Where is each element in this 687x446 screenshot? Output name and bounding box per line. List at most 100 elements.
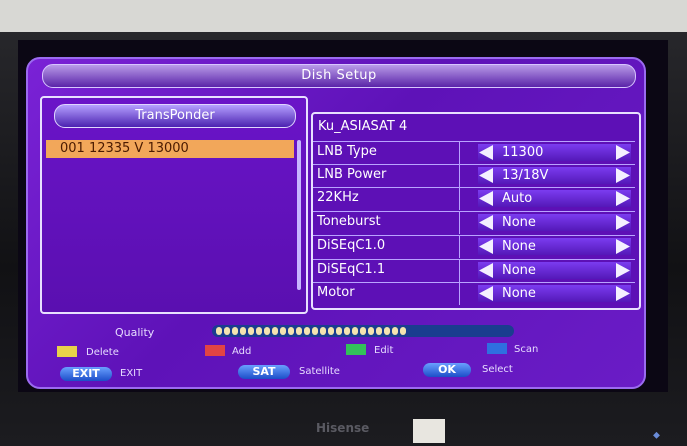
quality-dot: [384, 327, 390, 335]
right-arrow-icon[interactable]: [616, 263, 630, 278]
left-arrow-icon[interactable]: [479, 215, 493, 230]
quality-dot: [312, 327, 318, 335]
red-key-icon: [205, 345, 225, 356]
divider: [459, 142, 460, 164]
right-arrow-icon[interactable]: [616, 239, 630, 254]
ok-button[interactable]: OK: [423, 363, 471, 377]
exit-button-label: EXIT: [120, 368, 143, 379]
quality-dot: [280, 327, 286, 335]
ok-button-label: Select: [482, 364, 513, 375]
right-arrow-icon[interactable]: [616, 215, 630, 230]
tv-brand-logo: Hisense: [316, 421, 370, 435]
menu-title: Dish Setup: [42, 64, 636, 88]
divider: [459, 283, 460, 305]
quality-dot: [216, 327, 222, 335]
left-arrow-icon[interactable]: [479, 191, 493, 206]
quality-dot: [304, 327, 310, 335]
divider: [459, 212, 460, 234]
power-indicator-icon: ⬥: [653, 430, 660, 441]
quality-dot: [328, 327, 334, 335]
green-key-icon: [346, 344, 366, 355]
value-selector[interactable]: 13/18V: [478, 167, 631, 184]
setting-label: LNB Power: [317, 167, 387, 182]
value-selector[interactable]: None: [478, 285, 631, 302]
quality-dot: [240, 327, 246, 335]
setting-value: None: [502, 215, 536, 230]
scan-key-label: Scan: [514, 344, 539, 355]
quality-dot: [272, 327, 278, 335]
right-arrow-icon[interactable]: [616, 191, 630, 206]
divider: [459, 236, 460, 258]
transponder-panel: [40, 96, 308, 314]
quality-dot: [352, 327, 358, 335]
quality-dot: [360, 327, 366, 335]
quality-meter: [212, 325, 514, 337]
quality-dot: [320, 327, 326, 335]
left-arrow-icon[interactable]: [479, 145, 493, 160]
transponder-list-item[interactable]: 001 12335 V 13000: [46, 140, 294, 158]
quality-dot: [224, 327, 230, 335]
quality-dot: [392, 327, 398, 335]
value-selector[interactable]: Auto: [478, 190, 631, 207]
left-arrow-icon[interactable]: [479, 286, 493, 301]
setting-row-diseqc-1-1[interactable]: DiSEqC1.1 None: [313, 259, 635, 282]
add-key-label: Add: [232, 346, 252, 357]
setting-label: DiSEqC1.0: [317, 238, 386, 253]
sat-button-label: Satellite: [299, 366, 340, 377]
left-arrow-icon[interactable]: [479, 239, 493, 254]
setting-value: None: [502, 239, 536, 254]
setting-value: 11300: [502, 145, 544, 160]
value-selector[interactable]: None: [478, 262, 631, 279]
setting-row-diseqc-1-0[interactable]: DiSEqC1.0 None: [313, 235, 635, 258]
setting-row-motor[interactable]: Motor None: [313, 282, 635, 305]
quality-dot: [400, 327, 406, 335]
satellite-name: Ku_ASIASAT 4: [318, 119, 408, 134]
setting-row-lnb-power[interactable]: LNB Power 13/18V: [313, 164, 635, 187]
setting-value: 13/18V: [502, 168, 549, 183]
divider: [459, 188, 460, 210]
setting-row-22khz[interactable]: 22KHz Auto: [313, 187, 635, 210]
left-arrow-icon[interactable]: [479, 263, 493, 278]
yellow-key-icon: [57, 346, 77, 357]
right-arrow-icon[interactable]: [616, 286, 630, 301]
setting-label: LNB Type: [317, 144, 377, 159]
right-arrow-icon[interactable]: [616, 145, 630, 160]
quality-dot: [232, 327, 238, 335]
value-selector[interactable]: None: [478, 238, 631, 255]
edit-key-label: Edit: [374, 345, 394, 356]
transponder-header: TransPonder: [54, 104, 296, 128]
setting-row-toneburst[interactable]: Toneburst None: [313, 211, 635, 234]
sat-button[interactable]: SAT: [238, 365, 290, 379]
setting-value: None: [502, 286, 536, 301]
quality-dot: [288, 327, 294, 335]
quality-meter-fill: [216, 327, 406, 335]
quality-dot: [264, 327, 270, 335]
left-arrow-icon[interactable]: [479, 168, 493, 183]
value-selector[interactable]: 11300: [478, 144, 631, 161]
quality-dot: [376, 327, 382, 335]
setting-value: None: [502, 263, 536, 278]
blue-key-icon: [487, 343, 507, 354]
quality-label: Quality: [115, 326, 155, 339]
quality-dot: [344, 327, 350, 335]
setting-row-lnb-type[interactable]: LNB Type 11300: [313, 141, 635, 164]
setting-value: Auto: [502, 191, 533, 206]
quality-dot: [368, 327, 374, 335]
value-selector[interactable]: None: [478, 214, 631, 231]
quality-dot: [296, 327, 302, 335]
scrollbar[interactable]: [297, 140, 301, 290]
quality-dot: [256, 327, 262, 335]
setting-label: DiSEqC1.1: [317, 262, 386, 277]
delete-key-label: Delete: [86, 347, 119, 358]
exit-button[interactable]: EXIT: [60, 367, 112, 381]
divider: [459, 260, 460, 282]
right-arrow-icon[interactable]: [616, 168, 630, 183]
setting-label: 22KHz: [317, 190, 359, 205]
background-wall: [0, 0, 687, 32]
divider: [459, 165, 460, 187]
energy-sticker: [413, 419, 445, 443]
quality-dot: [336, 327, 342, 335]
setting-label: Motor: [317, 285, 355, 300]
setting-label: Toneburst: [317, 214, 381, 229]
quality-dot: [248, 327, 254, 335]
